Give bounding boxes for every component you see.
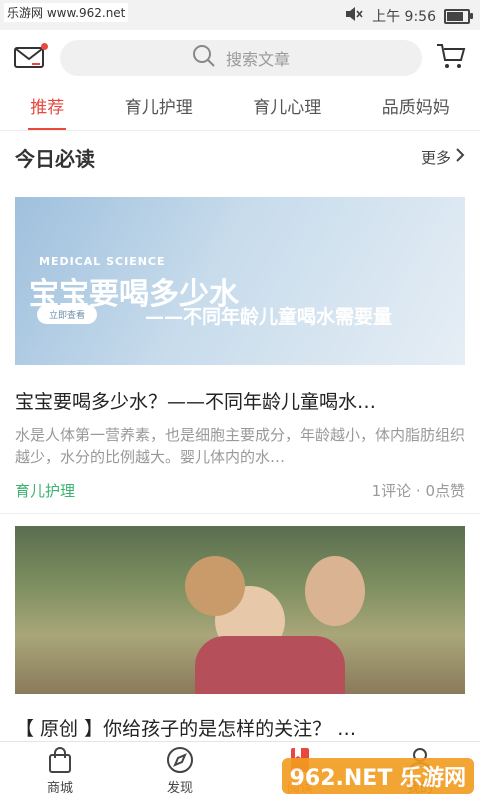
article-title[interactable]: 宝宝要喝多少水？——不同年龄儿童喝水… — [0, 365, 480, 414]
article-title[interactable]: 【 原创 】你给孩子的是怎样的关注？ … — [0, 694, 480, 741]
section-title: 今日必读 — [15, 146, 95, 171]
mute-icon — [344, 6, 364, 26]
article-stats: 1评论 · 0点赞 — [371, 482, 465, 500]
cart-icon[interactable] — [436, 42, 466, 74]
bag-icon — [46, 746, 74, 774]
banner-subtitle: ——不同年龄儿童喝水需要量 — [145, 306, 393, 328]
section-header: 今日必读 更多 — [0, 131, 480, 183]
more-label: 更多 — [420, 148, 451, 167]
battery-icon — [444, 8, 473, 24]
nav-label: 发现 — [166, 781, 193, 796]
article-banner[interactable]: MEDICAL SCIENCE 宝宝要喝多少水 立即查看 ——不同年龄儿童喝水需… — [15, 197, 465, 365]
nav-discover[interactable]: 发现 — [140, 746, 220, 796]
mail-icon[interactable] — [14, 43, 48, 71]
search-icon — [192, 44, 216, 72]
watermark-logo: 962.NET 乐游网 — [281, 758, 474, 794]
article-description: 水是人体第一营养素，也是细胞主要成分，年龄越小，体内脂肪组织越少，水分的比例越大… — [15, 426, 466, 466]
photo-shape — [185, 556, 245, 616]
tab-parenting-psychology[interactable]: 育儿心理 — [249, 86, 325, 130]
notification-dot — [41, 43, 48, 50]
status-bar: 乐游网 www.962.net 上午 9:56 — [0, 0, 480, 30]
search-input[interactable]: 搜索文章 — [60, 40, 422, 76]
tab-recommend[interactable]: 推荐 — [26, 86, 68, 130]
header: 搜索文章 — [0, 30, 480, 86]
tab-parenting-care[interactable]: 育儿护理 — [121, 86, 197, 130]
article-photo[interactable] — [15, 526, 465, 694]
divider — [0, 501, 480, 514]
article-meta: 育儿护理 1评论 · 0点赞 — [0, 468, 480, 501]
photo-shape — [195, 636, 345, 694]
nav-label: 商城 — [46, 781, 73, 796]
photo-shape — [305, 556, 365, 626]
more-link[interactable]: 更多 — [421, 147, 465, 168]
nav-shop[interactable]: 商城 — [20, 746, 100, 796]
search-placeholder: 搜索文章 — [225, 50, 290, 69]
banner-label: MEDICAL SCIENCE — [39, 255, 166, 268]
watermark: 乐游网 www.962.net — [4, 3, 129, 22]
status-icons: 上午 9:56 — [344, 6, 473, 26]
chevron-right-icon — [455, 147, 465, 167]
tab-quality-mom[interactable]: 品质妈妈 — [378, 86, 454, 130]
category-tabs: 推荐 育儿护理 育儿心理 品质妈妈 — [0, 86, 480, 131]
status-time: 上午 9:56 — [372, 9, 436, 25]
compass-icon — [166, 746, 194, 774]
banner-button[interactable]: 立即查看 — [37, 305, 98, 324]
article-category[interactable]: 育儿护理 — [15, 480, 75, 501]
